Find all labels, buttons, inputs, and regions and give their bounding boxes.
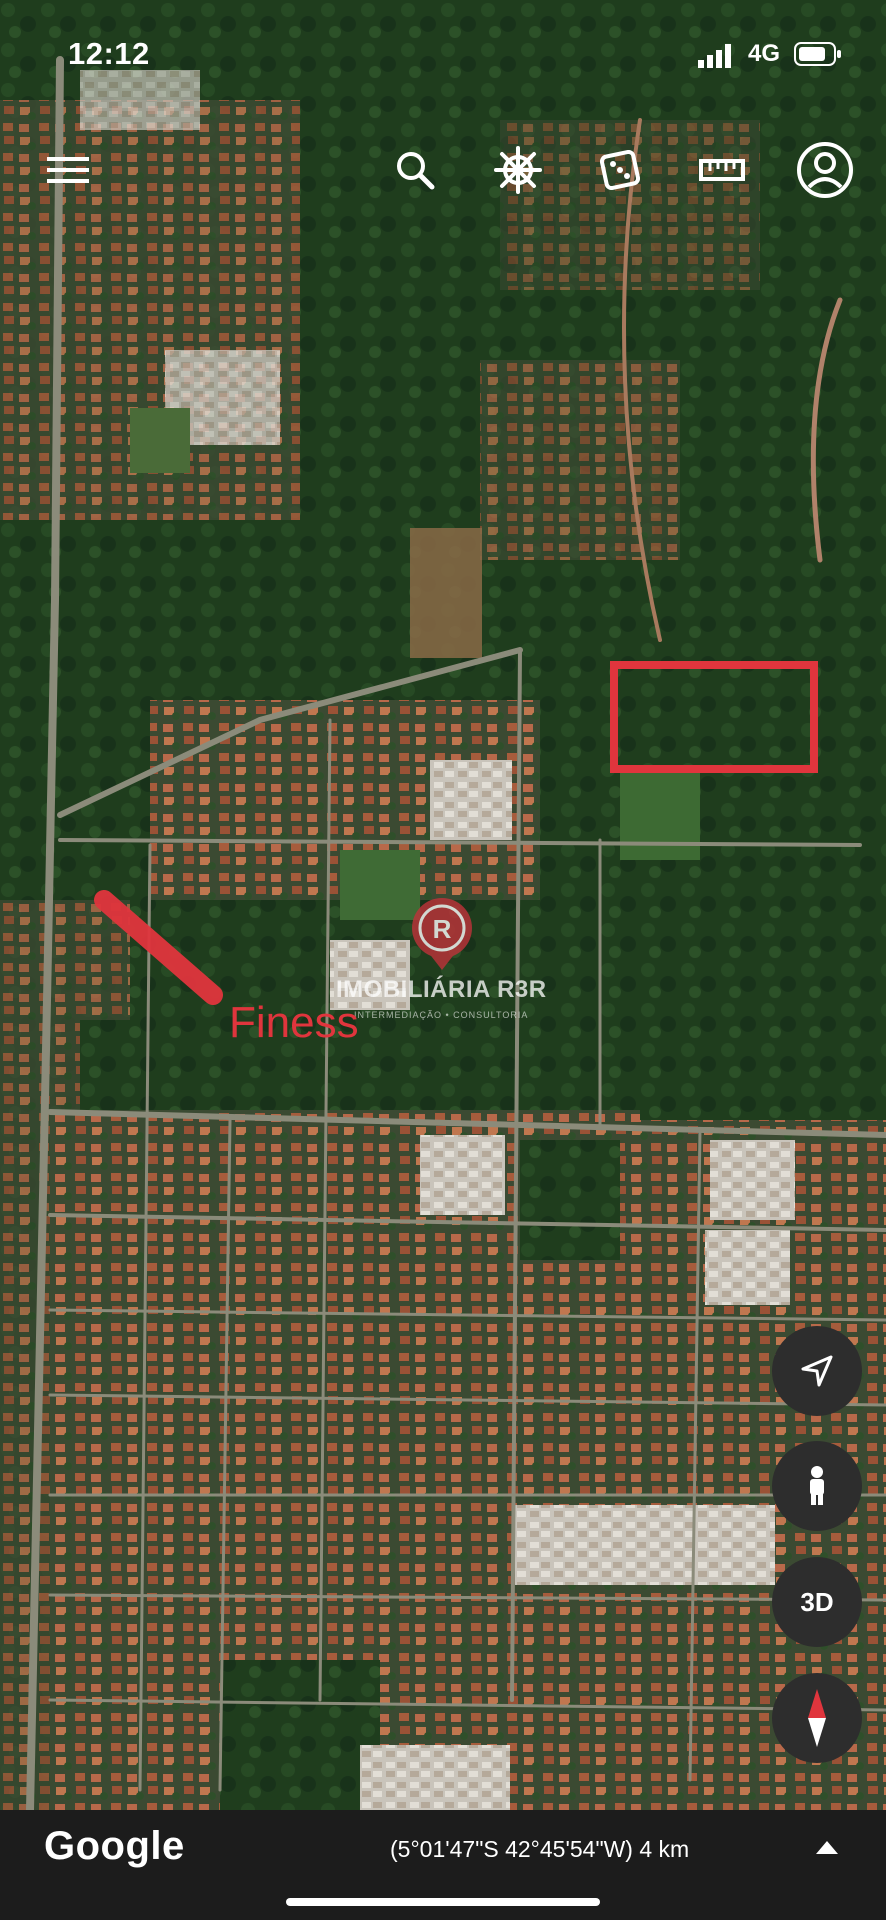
signal-icon [698, 44, 731, 68]
feeling-lucky-button[interactable] [588, 138, 652, 202]
pegman-icon [810, 1466, 824, 1505]
menu-button[interactable] [36, 138, 100, 202]
navigation-arrow-icon [801, 1355, 833, 1387]
voyager-wheel-icon [494, 146, 542, 194]
expand-panel-icon[interactable] [814, 1838, 840, 1858]
satellite-map[interactable]: R [0, 0, 886, 1810]
network-type: 4G [748, 40, 781, 67]
search-button[interactable] [383, 138, 447, 202]
search-icon [397, 152, 435, 190]
measure-button[interactable] [690, 138, 754, 202]
watermark-subtext: INTERMEDIAÇÃO • CONSULTORIA [354, 1010, 529, 1020]
account-button[interactable] [793, 138, 857, 202]
status-time: 12:12 [68, 36, 150, 71]
feeling-lucky-dice-icon [600, 150, 640, 190]
battery-icon [794, 42, 841, 66]
account-icon [797, 142, 853, 198]
compass-icon [808, 1689, 826, 1747]
bottom-bar: Google (5°01'47"S 42°45'54"W) 4 km [0, 1810, 886, 1920]
status-bar: 12:12 4G [0, 0, 886, 100]
compass-button[interactable] [772, 1673, 862, 1763]
annotation-label: Finess [229, 998, 359, 1047]
google-logo: Google [44, 1824, 185, 1868]
street-view-button[interactable] [772, 1441, 862, 1531]
svg-text:R: R [433, 914, 452, 944]
coordinates-readout: (5°01'47"S 42°45'54"W) 4 km [390, 1836, 690, 1862]
menu-icon [47, 157, 89, 183]
3d-toggle-button[interactable]: 3D [772, 1557, 862, 1647]
watermark-text: IMOBILIÁRIA R3R [336, 976, 547, 1003]
my-location-button[interactable] [772, 1326, 862, 1416]
voyager-button[interactable] [486, 138, 550, 202]
home-indicator[interactable] [286, 1898, 600, 1906]
measure-ruler-icon [699, 159, 745, 181]
